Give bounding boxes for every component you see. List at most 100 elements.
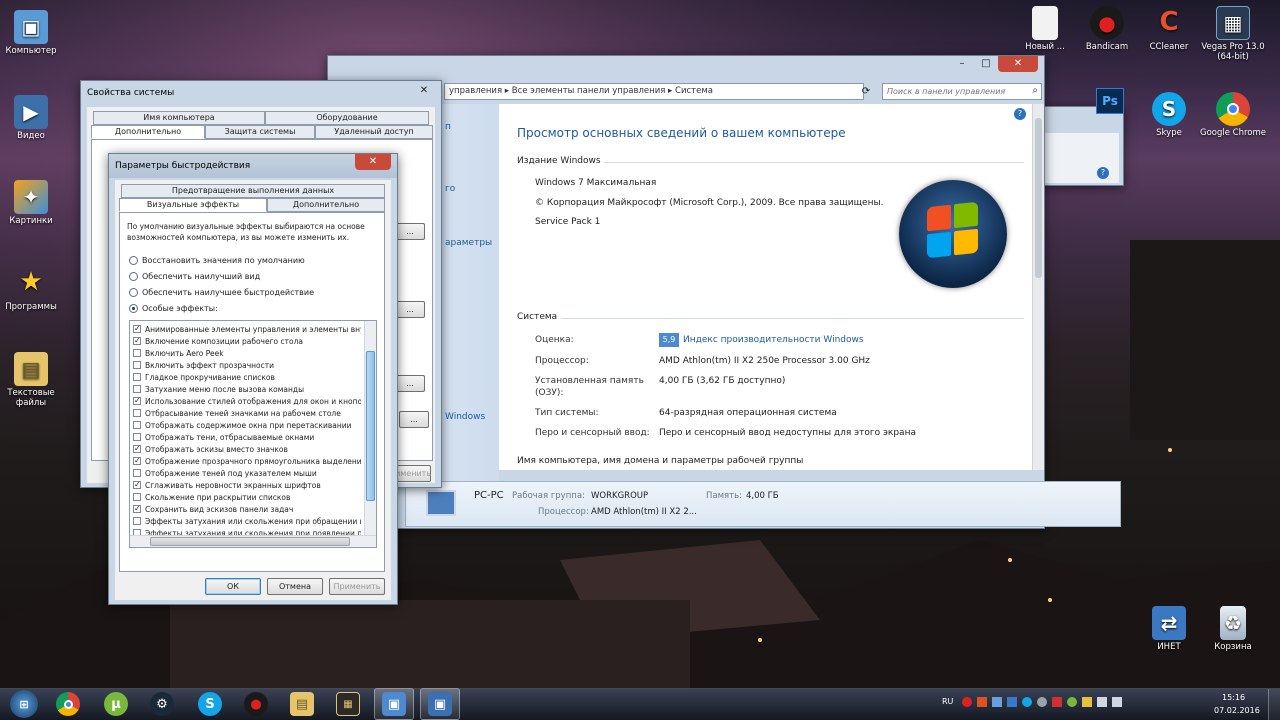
effects-list-hscrollbar[interactable] — [130, 535, 376, 547]
effects-list-scrollbar[interactable] — [364, 321, 376, 535]
effect-checkbox-item[interactable]: Гладкое прокручивание списков — [133, 371, 361, 383]
radio-default[interactable]: Восстановить значения по умолчанию — [129, 256, 305, 265]
tray-network-icon[interactable] — [1097, 697, 1107, 707]
desktop-icon-text-files[interactable]: ▤ Текстовые файлы — [0, 352, 66, 409]
taskbar-chrome[interactable] — [48, 688, 88, 720]
desktop-icon-bandicam[interactable]: ● Bandicam — [1072, 6, 1142, 53]
help-icon[interactable]: ? — [1014, 108, 1026, 120]
checkbox-unchecked[interactable] — [133, 517, 141, 525]
refresh-button[interactable]: ⟳ — [858, 85, 874, 99]
desktop-icon-skype[interactable]: S Skype — [1134, 92, 1204, 139]
checkbox-checked[interactable]: ✓ — [133, 505, 141, 513]
settings-button-2[interactable]: ... — [395, 301, 425, 318]
taskbar-system-properties[interactable]: ▣ — [420, 688, 460, 720]
desktop-icon-programs[interactable]: ★ Программы — [0, 266, 66, 313]
language-indicator[interactable]: RU — [942, 697, 953, 706]
tray-window-icon[interactable] — [1007, 697, 1017, 707]
effect-checkbox-item[interactable]: ✓ Отображение прозрачного прямоугольника … — [133, 455, 361, 467]
checkbox-unchecked[interactable] — [133, 349, 141, 357]
effect-checkbox-item[interactable]: ✓ Сглаживать неровности экранных шрифтов — [133, 479, 361, 491]
tab-system-protection[interactable]: Защита системы — [205, 125, 315, 139]
sidebar-link-4[interactable]: Windows — [445, 412, 485, 422]
apply-button[interactable]: Применить — [329, 578, 385, 595]
checkbox-unchecked[interactable] — [133, 385, 141, 393]
tab-remote[interactable]: Удаленный доступ — [315, 125, 433, 139]
scrollbar[interactable] — [1032, 104, 1044, 470]
cancel-button[interactable]: Отмена — [267, 578, 323, 595]
maximize-button[interactable]: □ — [974, 56, 998, 72]
desktop-icon-computer[interactable]: ▣ Компьютер — [0, 10, 66, 57]
breadcrumb-control-panel[interactable]: управления — [449, 86, 502, 96]
help-icon[interactable]: ? — [1097, 167, 1109, 179]
tab-computer-name[interactable]: Имя компьютера — [93, 111, 265, 125]
effect-checkbox-item[interactable]: Эффекты затухания или скольжения при обр… — [133, 515, 361, 527]
radio-best-performance[interactable]: Обеспечить наилучшее быстродействие — [129, 288, 314, 297]
taskbar-media[interactable]: ▦ — [328, 688, 368, 720]
effect-checkbox-item[interactable]: Включить Aero Peek — [133, 347, 361, 359]
search-box[interactable]: ⌕ — [882, 83, 1042, 100]
checkbox-unchecked[interactable] — [133, 469, 141, 477]
effect-checkbox-item[interactable]: ✓ Сохранить вид эскизов панели задач — [133, 503, 361, 515]
effect-checkbox-item[interactable]: ✓ Отображать эскизы вместо значков — [133, 443, 361, 455]
minimize-button[interactable]: – — [950, 56, 974, 72]
tab-advanced[interactable]: Дополнительно — [267, 198, 385, 212]
effects-list[interactable]: ✓ Анимированные элементы управления и эле… — [129, 320, 377, 548]
taskbar-skype[interactable]: S — [190, 688, 230, 720]
taskbar-bandicam[interactable]: ● — [236, 688, 276, 720]
checkbox-checked[interactable]: ✓ — [133, 337, 141, 345]
desktop-icon-network[interactable]: ⇄ ИНЕТ — [1134, 606, 1204, 653]
tab-dep[interactable]: Предотвращение выполнения данных — [121, 184, 385, 198]
tray-steam-icon[interactable] — [1037, 697, 1047, 707]
effect-checkbox-item[interactable]: Отображать тени, отбрасываемые окнами — [133, 431, 361, 443]
taskbar-control-panel[interactable]: ▣ — [374, 688, 414, 720]
tray-antivirus-icon[interactable] — [1052, 697, 1062, 707]
checkbox-unchecked[interactable] — [133, 361, 141, 369]
effect-checkbox-item[interactable]: Включить эффект прозрачности — [133, 359, 361, 371]
close-button[interactable]: ✕ — [413, 83, 435, 99]
close-button[interactable]: ✕ — [355, 154, 391, 170]
taskbar-steam[interactable]: ⚙ — [142, 688, 182, 720]
sidebar-link-1[interactable]: п — [445, 122, 451, 132]
effect-checkbox-item[interactable]: ✓ Использование стилей отображения для ок… — [133, 395, 361, 407]
checkbox-unchecked[interactable] — [133, 493, 141, 501]
tab-hardware[interactable]: Оборудование — [265, 111, 429, 125]
desktop-icon-recycle-bin[interactable]: ♻ Корзина — [1198, 606, 1268, 653]
desktop-icon-pictures[interactable]: ✦ Картинки — [0, 180, 66, 227]
effect-checkbox-item[interactable]: Отбрасывание теней значками на рабочем с… — [133, 407, 361, 419]
clock-date[interactable]: 07.02.2016 — [1214, 706, 1260, 715]
checkbox-unchecked[interactable] — [133, 373, 141, 381]
effect-checkbox-item[interactable]: ✓ Анимированные элементы управления и эле… — [133, 323, 361, 335]
tab-visual-effects[interactable]: Визуальные эффекты — [119, 198, 267, 212]
checkbox-checked[interactable]: ✓ — [133, 445, 141, 453]
tray-display-icon[interactable] — [992, 697, 1002, 707]
start-button[interactable]: ⊞ — [4, 688, 44, 720]
performance-index-link[interactable]: Индекс производительности Windows — [683, 335, 864, 345]
taskbar-utorrent[interactable]: μ — [96, 688, 136, 720]
checkbox-checked[interactable]: ✓ — [133, 325, 141, 333]
breadcrumb-system[interactable]: Система — [675, 86, 713, 96]
effect-checkbox-item[interactable]: Отображение теней под указателем мыши — [133, 467, 361, 479]
show-desktop-button[interactable] — [1268, 689, 1280, 720]
tray-action-center-icon[interactable] — [1082, 697, 1092, 707]
performance-options-dialog[interactable]: Параметры быстродействия ✕ Предотвращени… — [108, 153, 398, 605]
taskbar-explorer[interactable]: ▤ — [282, 688, 322, 720]
ok-button[interactable]: ОК — [205, 578, 261, 595]
search-input[interactable] — [883, 84, 1018, 98]
settings-button-1[interactable]: ... — [395, 223, 425, 240]
checkbox-unchecked[interactable] — [133, 421, 141, 429]
checkbox-checked[interactable]: ✓ — [133, 457, 141, 465]
settings-button-3[interactable]: ... — [395, 375, 425, 392]
desktop-icon-video[interactable]: ▶ Видео — [0, 95, 66, 142]
photoshop-icon[interactable]: Ps — [1096, 88, 1124, 114]
desktop-icon-new-doc[interactable]: Новый ... — [1010, 6, 1080, 53]
effect-checkbox-item[interactable]: Отображать содержимое окна при перетаски… — [133, 419, 361, 431]
tray-flag-icon[interactable] — [977, 697, 987, 707]
radio-custom[interactable]: Особые эффекты: — [129, 304, 218, 313]
desktop-icon-ccleaner[interactable]: C CCleaner — [1134, 6, 1204, 53]
sidebar-link-3[interactable]: араметры — [445, 238, 492, 248]
checkbox-checked[interactable]: ✓ — [133, 397, 141, 405]
effect-checkbox-item[interactable]: Затухание меню после вызова команды — [133, 383, 361, 395]
address-bar[interactable]: управления ▸ Все элементы панели управле… — [444, 83, 864, 100]
tray-bandicam-icon[interactable] — [962, 697, 972, 707]
effect-checkbox-item[interactable]: ✓ Включение композиции рабочего стола — [133, 335, 361, 347]
